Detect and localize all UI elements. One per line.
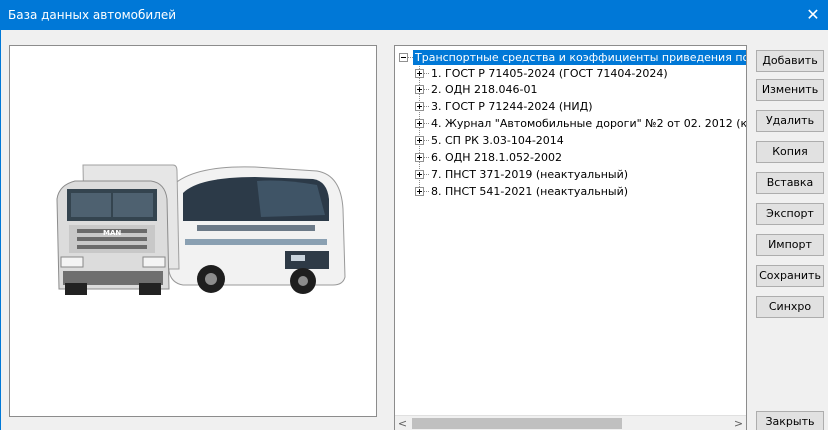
expand-icon[interactable] <box>415 152 424 162</box>
sync-button[interactable]: Синхро <box>756 296 824 318</box>
export-button[interactable]: Экспорт <box>756 203 824 225</box>
scroll-right-icon[interactable]: > <box>731 416 746 430</box>
tree-item[interactable]: 3. ГОСТ Р 71244-2024 (НИД) <box>415 98 595 114</box>
edit-button[interactable]: Изменить <box>756 79 824 101</box>
svg-text:MAN: MAN <box>103 229 121 237</box>
save-button[interactable]: Сохранить <box>756 265 824 287</box>
close-button[interactable]: Закрыть <box>756 411 824 430</box>
tree-item[interactable]: 1. ГОСТ Р 71405-2024 (ГОСТ 71404-2024) <box>415 65 670 81</box>
title-bar: База данных автомобилей ✕ <box>0 0 828 30</box>
tree-item[interactable]: 8. ПНСТ 541-2021 (неактуальный) <box>415 183 630 199</box>
tree-item-label[interactable]: 3. ГОСТ Р 71244-2024 (НИД) <box>429 99 595 114</box>
tree-item-label[interactable]: 8. ПНСТ 541-2021 (неактуальный) <box>429 184 630 199</box>
scroll-left-icon[interactable]: < <box>395 416 410 430</box>
expand-icon[interactable] <box>415 118 424 128</box>
tree-item[interactable]: 6. ОДН 218.1.052-2002 <box>415 149 564 165</box>
horizontal-scrollbar[interactable]: < > <box>395 415 746 430</box>
truck-icon: MAN <box>56 164 180 295</box>
scroll-thumb[interactable] <box>412 418 622 429</box>
expand-icon[interactable] <box>415 186 424 196</box>
bus-icon <box>166 166 346 294</box>
tree-item[interactable]: 2. ОДН 218.046-01 <box>415 81 539 97</box>
collapse-icon[interactable] <box>399 52 408 62</box>
delete-button[interactable]: Удалить <box>756 110 824 132</box>
expand-icon[interactable] <box>415 68 424 78</box>
expand-icon[interactable] <box>415 169 424 179</box>
import-button[interactable]: Импорт <box>756 234 824 256</box>
copy-button[interactable]: Копия <box>756 141 824 163</box>
expand-icon[interactable] <box>415 101 424 111</box>
vehicle-image-panel: MAN <box>9 45 377 417</box>
document-tree[interactable]: Транспортные средства и коэффициенты при… <box>394 45 747 430</box>
vehicles-illustration: MAN <box>56 164 346 295</box>
main-window: MAN Транспортные средства и коэффициенты… <box>0 30 828 430</box>
tree-item-label[interactable]: 6. ОДН 218.1.052-2002 <box>429 150 564 165</box>
tree-item-label[interactable]: 7. ПНСТ 371-2019 (неактуальный) <box>429 167 630 182</box>
tree-item[interactable]: 7. ПНСТ 371-2019 (неактуальный) <box>415 166 630 182</box>
close-window-icon[interactable]: ✕ <box>802 4 824 26</box>
tree-item-label[interactable]: 5. СП РК 3.03-104-2014 <box>429 133 566 148</box>
tree-item[interactable]: 4. Журнал "Автомобильные дороги" №2 от 0… <box>415 115 746 131</box>
tree-root-label[interactable]: Транспортные средства и коэффициенты при… <box>413 49 746 65</box>
expand-icon[interactable] <box>415 84 424 94</box>
paste-button[interactable]: Вставка <box>756 172 824 194</box>
expand-icon[interactable] <box>415 135 424 145</box>
tree-root[interactable]: Транспортные средства и коэффициенты при… <box>399 49 746 65</box>
tree-item-label[interactable]: 2. ОДН 218.046-01 <box>429 82 539 97</box>
window-title: База данных автомобилей <box>8 8 177 22</box>
tree-item-label[interactable]: 1. ГОСТ Р 71405-2024 (ГОСТ 71404-2024) <box>429 66 670 81</box>
tree-item-label[interactable]: 4. Журнал "Автомобильные дороги" №2 от 0… <box>429 116 746 131</box>
add-button[interactable]: Добавить <box>756 50 824 72</box>
tree-item[interactable]: 5. СП РК 3.03-104-2014 <box>415 132 566 148</box>
